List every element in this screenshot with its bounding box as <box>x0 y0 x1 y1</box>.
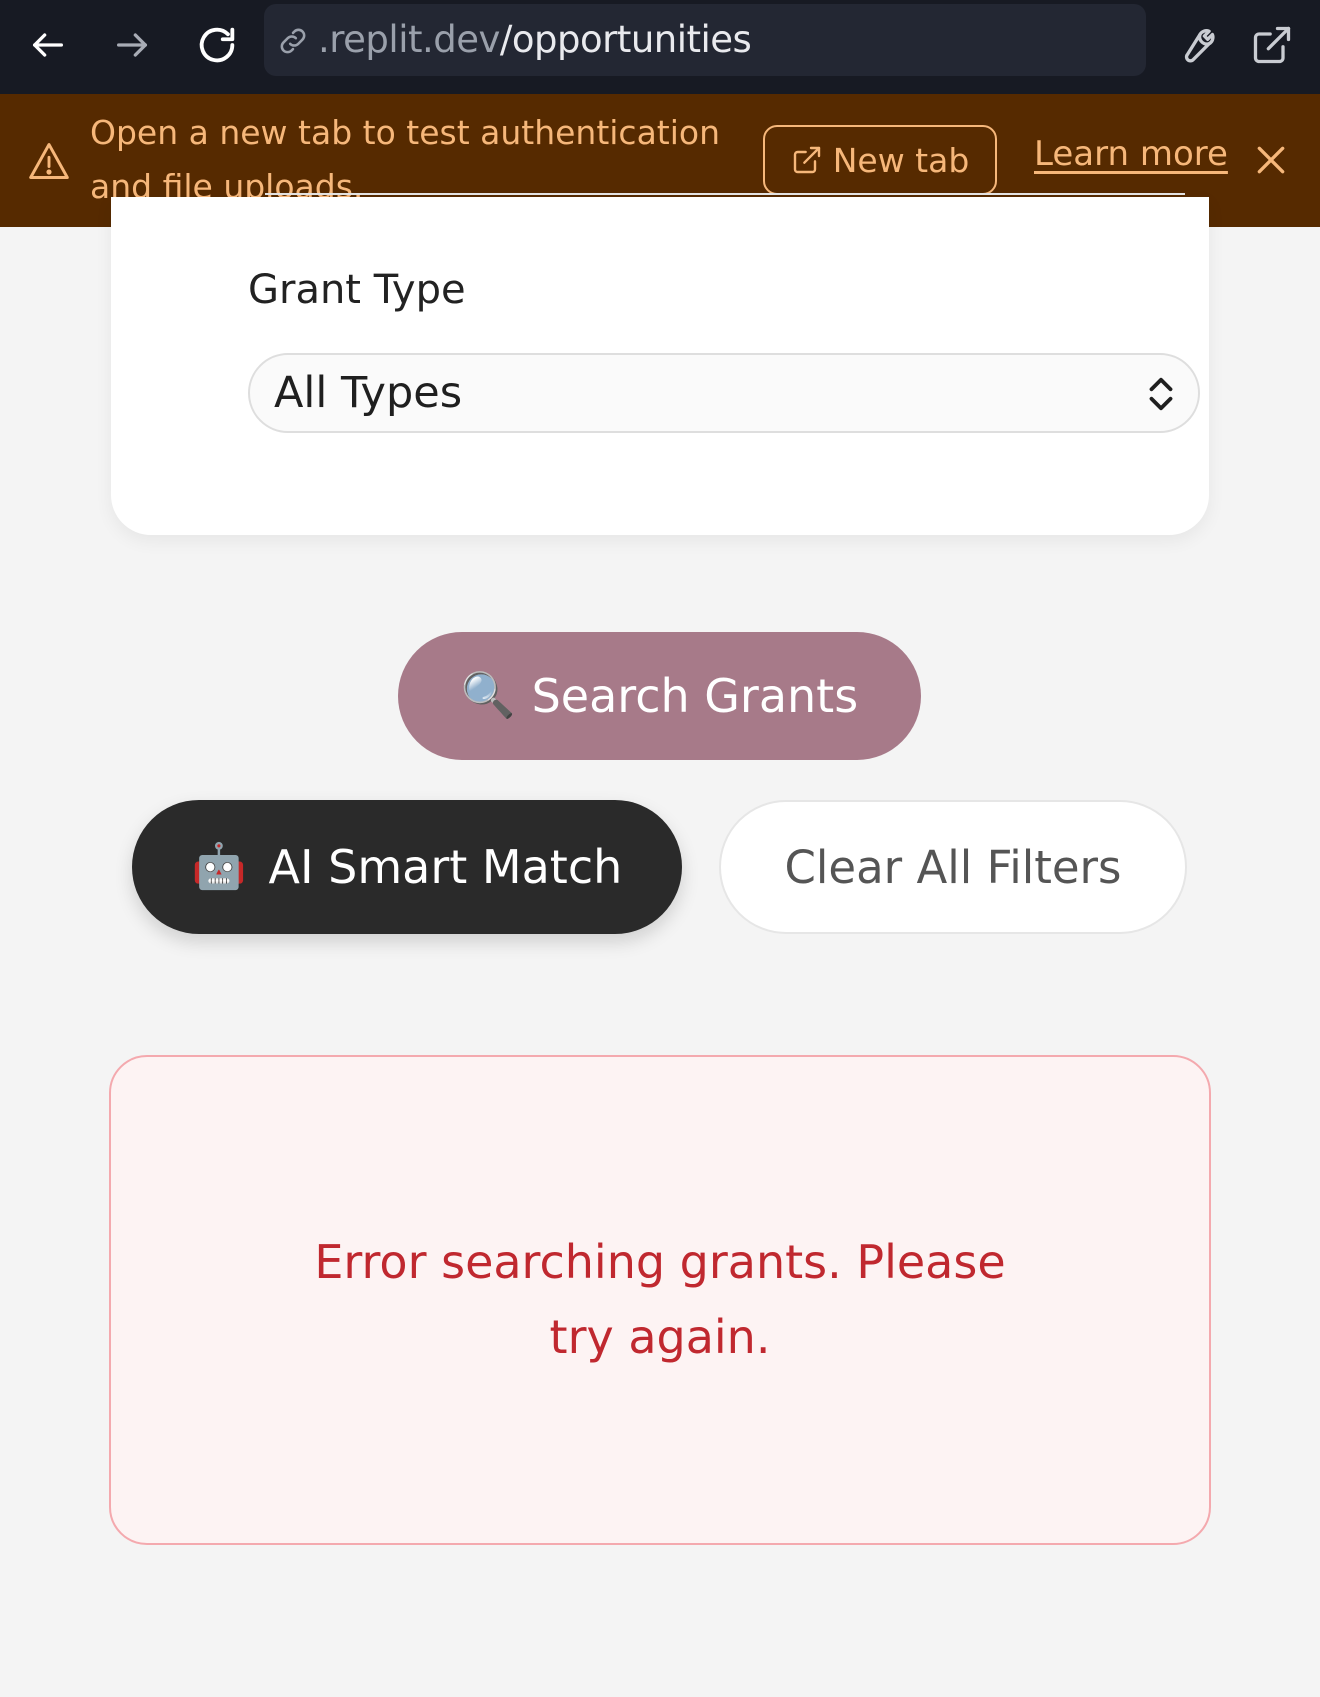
ai-smart-match-label: AI Smart Match <box>268 840 623 894</box>
back-button[interactable] <box>20 17 76 73</box>
error-message: Error searching grants. Please try again… <box>314 1235 1006 1364</box>
grant-type-select[interactable]: All Types <box>248 353 1200 433</box>
error-message-box: Error searching grants. Please try again… <box>109 1055 1211 1545</box>
forward-button[interactable] <box>104 17 160 73</box>
reload-button[interactable] <box>189 17 245 73</box>
search-grants-button[interactable]: 🔍 Search Grants <box>398 632 921 760</box>
url-path: /opportunities <box>499 18 752 61</box>
ai-smart-match-button[interactable]: 🤖 AI Smart Match <box>132 800 682 934</box>
warning-icon <box>29 143 69 179</box>
learn-more-link[interactable]: Learn more <box>1034 134 1228 174</box>
clear-all-filters-button[interactable]: Clear All Filters <box>719 800 1187 934</box>
previous-field-border <box>265 193 1185 195</box>
link-icon <box>280 28 306 54</box>
devtools-button[interactable] <box>1167 17 1223 73</box>
close-icon[interactable] <box>1251 140 1291 180</box>
search-grants-label: Search Grants <box>531 669 859 723</box>
magnifier-icon: 🔍 <box>460 670 516 721</box>
filters-card: Grant Type All Types <box>111 193 1209 535</box>
external-link-icon <box>793 146 820 174</box>
arrow-right-icon <box>117 33 147 57</box>
new-tab-button[interactable]: New tab <box>763 125 997 195</box>
browser-toolbar: .replit.dev/opportunities <box>0 0 1320 94</box>
url-domain: .replit.dev <box>318 18 500 61</box>
new-tab-label: New tab <box>832 140 970 180</box>
robot-icon: 🤖 <box>191 841 247 892</box>
chevron-up-down-icon <box>1149 377 1173 411</box>
results-area: Error searching grants. Please try again… <box>47 1000 1271 1664</box>
clear-all-filters-label: Clear All Filters <box>784 840 1122 894</box>
arrow-left-icon <box>33 33 63 57</box>
page-content: Grant Type All Types 🔍 Search Grants 🤖 A… <box>47 193 1271 1664</box>
url-text: .replit.dev/opportunities <box>318 4 752 76</box>
external-link-icon <box>1253 26 1291 64</box>
wrench-icon <box>1184 29 1215 63</box>
grant-type-value: All Types <box>274 368 463 418</box>
open-external-button[interactable] <box>1244 17 1300 73</box>
grant-type-label: Grant Type <box>248 267 466 313</box>
url-bar[interactable]: .replit.dev/opportunities <box>264 4 1146 76</box>
reload-icon <box>199 27 235 63</box>
